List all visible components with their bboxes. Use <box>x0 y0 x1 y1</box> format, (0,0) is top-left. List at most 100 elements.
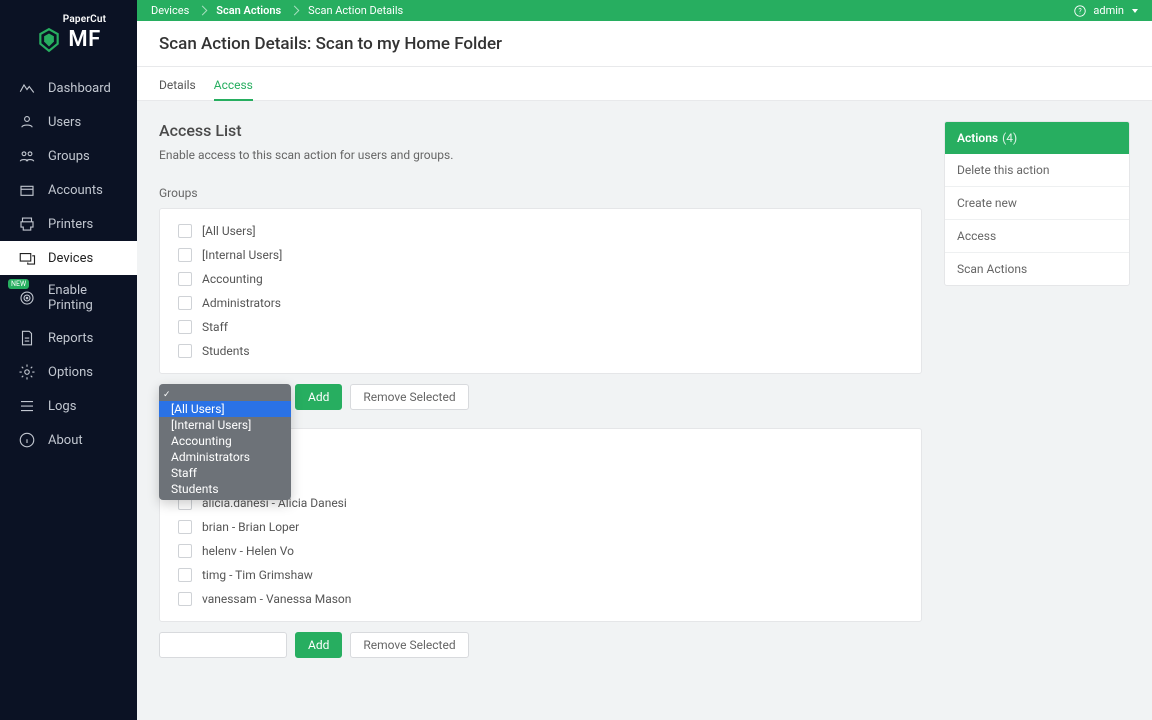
sidebar-item-groups[interactable]: Groups <box>0 139 137 173</box>
group-row: [Internal Users] <box>160 243 921 267</box>
checkbox[interactable] <box>178 568 192 582</box>
hex-icon <box>36 27 62 53</box>
sidebar-item-label: Options <box>48 365 93 380</box>
sidebar-item-label: Reports <box>48 331 93 346</box>
users-action-row: Add Remove Selected <box>159 632 922 658</box>
groups-icon <box>18 147 36 165</box>
dropdown-option[interactable]: Students <box>159 481 291 497</box>
accounts-icon <box>18 181 36 199</box>
users-input[interactable] <box>159 632 287 658</box>
section-desc: Enable access to this scan action for us… <box>159 148 922 162</box>
sidebar-item-reports[interactable]: Reports <box>0 321 137 355</box>
dropdown-option[interactable]: [Internal Users] <box>159 417 291 433</box>
user-name: timg - Tim Grimshaw <box>202 568 313 582</box>
tab-access[interactable]: Access <box>214 67 253 100</box>
dropdown-option[interactable]: Accounting <box>159 433 291 449</box>
group-row: Administrators <box>160 291 921 315</box>
chevron-down-icon <box>1132 9 1138 13</box>
crumb-scan-action-details[interactable]: Scan Action Details <box>308 4 403 17</box>
svg-text:?: ? <box>1079 7 1083 15</box>
chevron-right-icon <box>290 6 300 16</box>
group-name: Students <box>202 344 250 358</box>
user-row: timg - Tim Grimshaw <box>160 563 921 587</box>
help-icon[interactable]: ? <box>1073 4 1087 18</box>
sidebar-item-devices[interactable]: Devices <box>0 241 137 275</box>
checkbox[interactable] <box>178 320 192 334</box>
checkbox[interactable] <box>178 544 192 558</box>
groups-label: Groups <box>159 186 922 200</box>
dropdown-option[interactable]: Staff <box>159 465 291 481</box>
brand-product: MF <box>68 29 100 51</box>
group-name: Administrators <box>202 296 281 310</box>
sidebar-item-about[interactable]: About <box>0 423 137 457</box>
sidebar-item-label: Devices <box>48 251 93 266</box>
groups-action-row: Add Remove Selected [All Users][Internal… <box>159 384 922 410</box>
checkbox[interactable] <box>178 224 192 238</box>
sidebar-item-label: Enable Printing <box>48 283 123 313</box>
sidebar-item-enable-printing[interactable]: NEWEnable Printing <box>0 275 137 321</box>
user-row: vanessam - Vanessa Mason <box>160 587 921 611</box>
logs-icon <box>18 397 36 415</box>
users-add-button[interactable]: Add <box>295 632 342 658</box>
user-menu[interactable]: ? admin <box>1073 4 1138 18</box>
about-icon <box>18 431 36 449</box>
checkbox[interactable] <box>178 296 192 310</box>
checkbox[interactable] <box>178 344 192 358</box>
dashboard-icon <box>18 79 36 97</box>
checkbox[interactable] <box>178 272 192 286</box>
action-link-delete-this-action[interactable]: Delete this action <box>945 154 1129 186</box>
topbar: Devices Scan Actions Scan Action Details ?… <box>137 0 1152 21</box>
tab-details[interactable]: Details <box>159 67 196 100</box>
groups-dropdown[interactable]: [All Users][Internal Users]AccountingAdm… <box>159 384 291 500</box>
sidebar-item-logs[interactable]: Logs <box>0 389 137 423</box>
sidebar-item-dashboard[interactable]: Dashboard <box>0 71 137 105</box>
breadcrumb: Devices Scan Actions Scan Action Details <box>151 4 403 17</box>
dropdown-option[interactable]: [All Users] <box>159 401 291 417</box>
sidebar-item-label: Accounts <box>48 183 103 198</box>
sidebar-item-label: Logs <box>48 399 76 414</box>
user-name: vanessam - Vanessa Mason <box>202 592 351 606</box>
sidebar-item-label: Users <box>48 115 81 130</box>
dropdown-option-blank[interactable] <box>159 387 291 401</box>
group-row: [All Users] <box>160 219 921 243</box>
sidebar-item-accounts[interactable]: Accounts <box>0 173 137 207</box>
chevron-right-icon <box>198 6 208 16</box>
group-name: Staff <box>202 320 228 334</box>
group-row: Accounting <box>160 267 921 291</box>
actions-panel-header: Actions (4) <box>945 122 1129 154</box>
page-title: Scan Action Details: Scan to my Home Fol… <box>137 21 1152 67</box>
devices-icon <box>18 249 36 267</box>
printers-icon <box>18 215 36 233</box>
group-row: Staff <box>160 315 921 339</box>
section-title: Access List <box>159 121 922 140</box>
main: Access List Enable access to this scan a… <box>137 101 1152 720</box>
groups-add-button[interactable]: Add <box>295 384 342 410</box>
sidebar-item-users[interactable]: Users <box>0 105 137 139</box>
action-link-create-new[interactable]: Create new <box>945 186 1129 219</box>
user-row: brian - Brian Loper <box>160 515 921 539</box>
action-link-scan-actions[interactable]: Scan Actions <box>945 252 1129 285</box>
checkbox[interactable] <box>178 248 192 262</box>
sidebar-item-label: About <box>48 433 83 448</box>
crumb-devices[interactable]: Devices <box>151 4 189 17</box>
sidebar-item-printers[interactable]: Printers <box>0 207 137 241</box>
sidebar: PaperCut MF Dashboard Users Groups Accounts… <box>0 0 137 720</box>
users-remove-button[interactable]: Remove Selected <box>350 632 468 658</box>
groups-remove-button[interactable]: Remove Selected <box>350 384 468 410</box>
subtabs: Details Access <box>137 67 1152 101</box>
sidebar-item-options[interactable]: Options <box>0 355 137 389</box>
groups-panel: [All Users] [Internal Users] Accounting Adm… <box>159 208 922 374</box>
checkbox[interactable] <box>178 592 192 606</box>
brand-top: PaperCut <box>32 14 137 25</box>
group-name: [Internal Users] <box>202 248 282 262</box>
user-row: helenv - Helen Vo <box>160 539 921 563</box>
user-name: helenv - Helen Vo <box>202 544 294 558</box>
checkbox[interactable] <box>178 520 192 534</box>
group-row: Students <box>160 339 921 363</box>
sidebar-nav: Dashboard Users Groups Accounts Printers Devi… <box>0 71 137 457</box>
crumb-scan-actions[interactable]: Scan Actions <box>216 4 281 17</box>
dropdown-option[interactable]: Administrators <box>159 449 291 465</box>
action-link-access[interactable]: Access <box>945 219 1129 252</box>
user-name: brian - Brian Loper <box>202 520 299 534</box>
actions-panel: Actions (4) Delete this actionCreate new… <box>944 121 1130 286</box>
